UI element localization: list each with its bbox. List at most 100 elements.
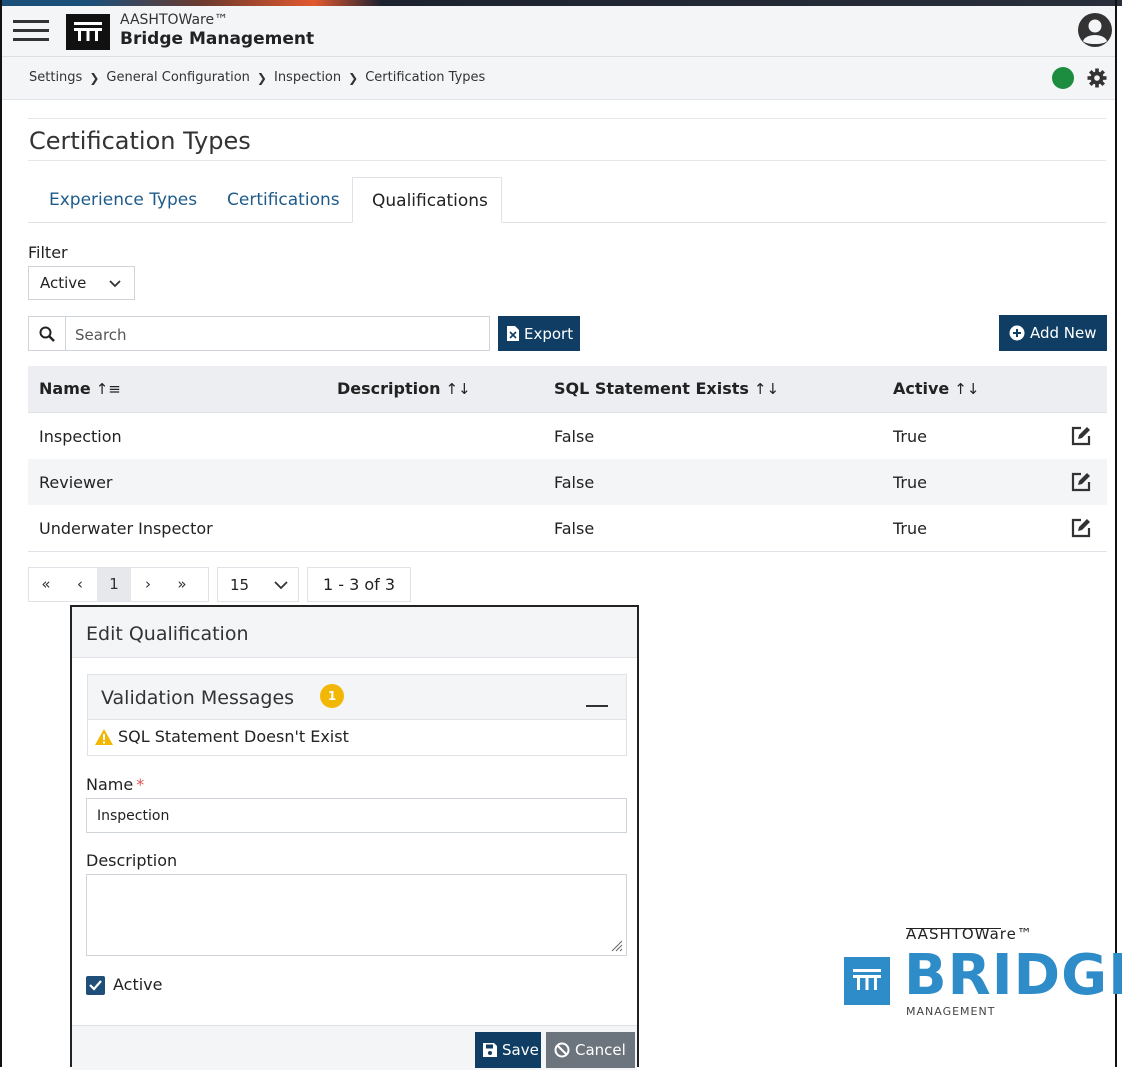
- breadcrumb-settings[interactable]: Settings: [29, 70, 82, 85]
- gear-icon[interactable]: [1087, 68, 1107, 88]
- divider: [28, 118, 1106, 119]
- breadcrumb-inspection[interactable]: Inspection: [274, 70, 341, 85]
- column-header-sql-statement-exists[interactable]: SQL Statement Exists ↑↓: [554, 379, 779, 398]
- export-label: Export: [524, 324, 574, 343]
- excel-file-icon: [507, 326, 519, 341]
- cell-name: Inspection: [39, 427, 122, 446]
- next-page-button[interactable]: ›: [131, 568, 165, 601]
- breadcrumb-separator-icon: ❯: [256, 70, 267, 85]
- edit-icon[interactable]: [1070, 517, 1092, 539]
- dialog-title: Edit Qualification: [86, 623, 249, 645]
- save-label: Save: [502, 1041, 539, 1059]
- name-label: Name *: [86, 775, 145, 794]
- collapse-icon[interactable]: [584, 691, 610, 711]
- qualifications-table: Name ↑≡ Description ↑↓ SQL Statement Exist…: [28, 366, 1107, 552]
- required-marker: *: [136, 775, 145, 794]
- divider: [28, 160, 1106, 161]
- cell-sql-exists: False: [554, 473, 595, 492]
- user-avatar-icon[interactable]: [1077, 12, 1113, 48]
- table-row[interactable]: Underwater Inspector False True: [28, 505, 1107, 552]
- sort-icon: ↑↓: [753, 380, 780, 398]
- cell-name: Underwater Inspector: [39, 519, 213, 538]
- active-checkbox[interactable]: [86, 976, 105, 995]
- breadcrumb-bar: Settings ❯ General Configuration ❯ Inspe…: [2, 57, 1115, 100]
- pagination-info: 1 - 3 of 3: [307, 567, 411, 602]
- search-icon: [29, 317, 66, 350]
- logo-management-text: MANAGEMENT: [906, 1005, 996, 1018]
- first-page-button[interactable]: «: [29, 568, 63, 601]
- brand-small: AASHTOWare™: [120, 12, 229, 28]
- edit-qualification-dialog: Edit Qualification Validation Messages 1…: [70, 605, 639, 1070]
- column-header-description[interactable]: Description ↑↓: [337, 379, 471, 398]
- warning-icon: [95, 728, 113, 745]
- save-disk-icon: [483, 1043, 497, 1057]
- cell-sql-exists: False: [554, 519, 595, 538]
- edit-icon[interactable]: [1070, 425, 1092, 447]
- bridge-icon: [844, 957, 890, 1005]
- frame-border-right: [1115, 0, 1117, 1067]
- breadcrumb-general-configuration[interactable]: General Configuration: [106, 70, 250, 85]
- current-page-button[interactable]: 1: [97, 568, 131, 601]
- bridge-logo-icon: [74, 22, 102, 41]
- validation-header: Validation Messages 1: [88, 675, 626, 720]
- cell-active: True: [893, 473, 927, 492]
- sort-icon: ↑↓: [445, 380, 471, 398]
- description-field[interactable]: [86, 874, 627, 956]
- edit-icon[interactable]: [1070, 471, 1092, 493]
- logo-bridge-text: BRIDGE: [904, 943, 1122, 1008]
- ban-icon: [554, 1042, 570, 1058]
- table-header: Name ↑≡ Description ↑↓ SQL Statement Exist…: [28, 366, 1107, 413]
- cancel-button[interactable]: Cancel: [546, 1032, 635, 1068]
- brand-title: Bridge Management: [120, 29, 315, 49]
- chevron-down-icon: [109, 267, 121, 301]
- breadcrumb-separator-icon: ❯: [348, 70, 359, 85]
- breadcrumb: Settings ❯ General Configuration ❯ Inspe…: [29, 70, 485, 85]
- filter-select[interactable]: Active: [28, 266, 135, 300]
- tab-experience-types[interactable]: Experience Types: [49, 177, 197, 223]
- chevron-down-icon: [274, 576, 288, 594]
- active-label: Active: [113, 975, 163, 994]
- tab-certifications[interactable]: Certifications: [227, 177, 340, 223]
- add-new-label: Add New: [1030, 324, 1097, 342]
- page-size-select[interactable]: 15: [217, 567, 299, 602]
- dialog-footer: Save Cancel: [72, 1025, 637, 1070]
- sort-ascending-icon: ↑≡: [95, 380, 121, 398]
- description-label: Description: [86, 851, 178, 870]
- column-header-name[interactable]: Name ↑≡: [39, 379, 121, 398]
- tab-qualifications[interactable]: Qualifications: [352, 177, 502, 223]
- logo-aashtoware-text: AASHTOWare™: [906, 925, 1033, 943]
- app-header: AASHTOWare™ Bridge Management: [2, 6, 1115, 57]
- cell-active: True: [893, 427, 927, 446]
- search-input[interactable]: [66, 317, 497, 352]
- name-field[interactable]: [86, 798, 627, 833]
- prev-page-button[interactable]: ‹: [63, 568, 97, 601]
- app-logo: [66, 14, 110, 50]
- pagination: « ‹ 1 › »: [28, 567, 209, 602]
- column-header-active[interactable]: Active ↑↓: [893, 379, 979, 398]
- table-row[interactable]: Inspection False True: [28, 413, 1107, 459]
- table-row[interactable]: Reviewer False True: [28, 459, 1107, 505]
- cell-sql-exists: False: [554, 427, 595, 446]
- validation-warning: SQL Statement Doesn't Exist: [95, 727, 349, 746]
- hamburger-menu-icon[interactable]: [13, 14, 49, 44]
- resize-handle-icon[interactable]: [611, 940, 623, 952]
- dialog-header: Edit Qualification: [72, 607, 637, 658]
- breadcrumb-current: Certification Types: [365, 70, 486, 85]
- validation-count-badge: 1: [320, 684, 344, 708]
- last-page-button[interactable]: »: [165, 568, 199, 601]
- cell-name: Reviewer: [39, 473, 113, 492]
- add-new-button[interactable]: Add New: [999, 315, 1107, 351]
- bridge-management-logo: AASHTOWare™ BRIDGE MANAGEMENT: [840, 925, 1122, 1025]
- breadcrumb-separator-icon: ❯: [89, 70, 100, 85]
- frame-border-left: [0, 0, 2, 1067]
- save-button[interactable]: Save: [475, 1032, 541, 1068]
- cancel-label: Cancel: [575, 1041, 626, 1059]
- page-title: Certification Types: [29, 127, 251, 155]
- page-size-value: 15: [230, 575, 250, 594]
- cell-active: True: [893, 519, 927, 538]
- export-button[interactable]: Export: [498, 316, 580, 351]
- filter-label: Filter: [28, 243, 68, 262]
- warning-text: SQL Statement Doesn't Exist: [118, 727, 349, 746]
- sort-icon: ↑↓: [954, 380, 980, 398]
- filter-value: Active: [40, 274, 87, 292]
